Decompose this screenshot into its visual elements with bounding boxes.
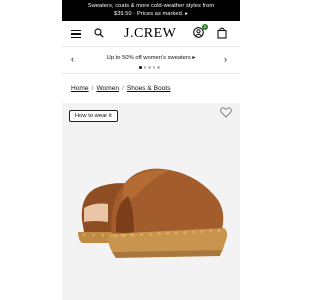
brand-logo[interactable]: J.CREW [124,26,176,42]
sole-rivet [114,234,118,238]
menu-icon[interactable] [71,30,81,38]
carousel-dot[interactable] [139,66,142,69]
sole-rivet [120,233,124,237]
carousel-dot[interactable] [148,66,151,69]
sole-rivet [200,230,204,233]
sole-rivet [183,230,187,234]
breadcrumb: Home / Women / Shoes & Boots [71,85,171,92]
sole-rivet [191,230,195,234]
search-icon[interactable] [94,28,104,38]
sole-rivet [140,233,144,237]
breadcrumb-shoes-boots[interactable]: Shoes & Boots [127,85,171,92]
mobile-page: Sweaters, coats & more cold-weather styl… [62,0,240,300]
sole-rivet [111,233,114,237]
chevron-right-icon[interactable]: › [224,55,227,64]
sole-rivet [174,231,178,235]
promo-line-1: Sweaters, coats & more cold-weather styl… [87,3,215,9]
sole-rivet [123,234,127,238]
carousel-message[interactable]: Up to 50% off women's sweaters ▸ [62,55,240,61]
sole-rivet [82,233,86,237]
sole-rivet [166,231,170,235]
sole-rivet [209,229,213,233]
breadcrumb-separator: / [91,85,94,92]
carousel-dot[interactable] [152,66,155,69]
sole-rivet [92,233,95,237]
breadcrumb-separator: / [122,85,124,92]
carousel-dot[interactable] [143,66,146,69]
breadcrumb-women[interactable]: Women [96,85,119,92]
bag-icon[interactable] [217,27,227,39]
product-image-area: How to wear it [62,103,240,300]
how-to-wear-button[interactable]: How to wear it [69,110,118,122]
sole-rivet [217,229,221,233]
site-header: J.CREW 0 [62,21,240,47]
sole-rivet [130,233,133,237]
clog-product-image[interactable] [72,148,232,268]
sole-rivet [148,232,152,236]
breadcrumb-home[interactable]: Home [71,85,89,92]
sole-rivet [157,232,161,236]
promo-line-2: $39.50 · Prices as marked. ▸ [113,10,188,17]
cart-count-badge: 0 [202,24,208,30]
sole-rivet [101,233,105,237]
carousel-dot[interactable] [157,66,160,69]
carousel-dots [139,66,160,69]
heart-icon[interactable] [220,107,232,118]
promo-carousel: ‹ Up to 50% off women's sweaters ▸ › [62,47,240,74]
promo-banner[interactable]: Sweaters, coats & more cold-weather styl… [62,0,240,21]
